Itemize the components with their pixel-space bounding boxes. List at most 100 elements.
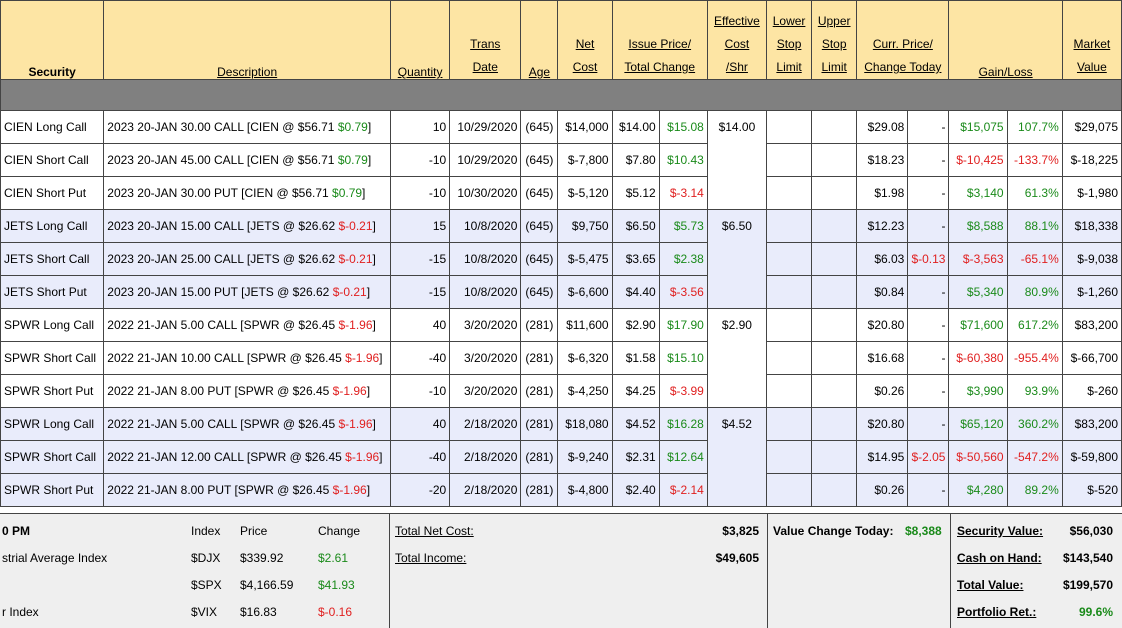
col-upper-stop[interactable]: Upper Stop Limit <box>811 0 858 80</box>
current-price-cell: $0.26 <box>856 473 909 507</box>
col-quantity[interactable]: Quantity <box>390 0 451 80</box>
security-cell: SPWR Long Call <box>0 308 105 342</box>
lower-stop-limit-cell[interactable] <box>766 176 813 210</box>
col-age[interactable]: Age <box>520 0 559 80</box>
col-description[interactable]: Description <box>103 0 392 80</box>
gain-loss-pct-cell: 88.1% <box>1006 209 1063 243</box>
effective-cost-cell: $14.00 <box>706 110 768 210</box>
col-effective-cost[interactable]: Effective Cost/Shr <box>706 0 768 80</box>
upper-stop-limit-cell[interactable] <box>811 341 858 375</box>
upper-stop-limit-cell[interactable] <box>811 110 858 144</box>
change-today-cell: - <box>907 341 950 375</box>
underlying-change: $-1.96 <box>332 483 367 497</box>
trans-date-cell: 10/8/2020 <box>449 242 522 276</box>
gain-loss-cell: $65,120 <box>948 407 1008 441</box>
quantity-cell: 10 <box>390 110 451 144</box>
underlying-change: $-0.21 <box>332 285 367 299</box>
upper-stop-limit-cell[interactable] <box>811 407 858 441</box>
upper-stop-limit-cell[interactable] <box>811 308 858 342</box>
underlying-change: $-1.96 <box>332 384 367 398</box>
table-row: JETS Long Call 2023 20-JAN 15.00 CALL [JE… <box>0 209 1122 309</box>
lower-stop-limit-cell[interactable] <box>766 341 813 375</box>
col-market-value[interactable]: Market Value <box>1061 0 1122 80</box>
market-value-cell: $83,200 <box>1061 308 1122 342</box>
description-text: 2023 20-JAN 30.00 CALL [CIEN @ $56.71 <box>107 120 338 134</box>
upper-stop-limit-cell[interactable] <box>811 176 858 210</box>
current-price-cell: $20.80 <box>856 407 909 441</box>
col-gain-loss[interactable]: Gain/Loss <box>948 0 1063 80</box>
col-net-cost[interactable]: Net Cost <box>557 0 613 80</box>
issue-price-cell: $4.40 <box>611 275 660 309</box>
change-today-cell: $-0.13 <box>907 242 950 276</box>
underlying-change: $-0.21 <box>338 219 373 233</box>
portfolio-table: Security Description Quantity Trans Date … <box>0 0 1122 507</box>
lower-stop-limit-cell[interactable] <box>766 374 813 408</box>
index-header: Index <box>191 524 221 538</box>
upper-stop-limit-cell[interactable] <box>811 440 858 474</box>
col-trans-date[interactable]: Trans Date <box>449 0 522 80</box>
description-cell: 2022 21-JAN 12.00 CALL [SPWR @ $26.45 $-… <box>103 440 392 474</box>
security-cell: SPWR Short Put <box>0 374 105 408</box>
gain-loss-pct-cell: -133.7% <box>1006 143 1063 177</box>
underlying-change: $-1.96 <box>338 318 373 332</box>
table-row: SPWR Long Call 2022 21-JAN 5.00 CALL [SPW… <box>0 407 1122 507</box>
lower-stop-limit-cell[interactable] <box>766 209 813 243</box>
gain-loss-cell: $5,340 <box>948 275 1008 309</box>
price-header: Price <box>240 524 268 538</box>
age-cell: (281) <box>520 341 559 375</box>
upper-stop-limit-cell[interactable] <box>811 374 858 408</box>
age-cell: (645) <box>520 110 559 144</box>
change-today-cell: - <box>907 209 950 243</box>
separator-row <box>0 79 1122 111</box>
index-name: strial Average Index <box>2 551 108 565</box>
index-price: $339.92 <box>240 551 284 565</box>
net-cost-cell: $-7,800 <box>557 143 613 177</box>
issue-price-cell: $2.31 <box>611 440 660 474</box>
current-price-cell: $12.23 <box>856 209 909 243</box>
table-row: SPWR Short Put 2022 21-JAN 8.00 PUT [SPWR… <box>0 374 1122 408</box>
issue-price-cell: $3.65 <box>611 242 660 276</box>
lower-stop-limit-cell[interactable] <box>766 407 813 441</box>
lower-stop-limit-cell[interactable] <box>766 242 813 276</box>
upper-stop-limit-cell[interactable] <box>811 275 858 309</box>
upper-stop-limit-cell[interactable] <box>811 209 858 243</box>
lower-stop-limit-cell[interactable] <box>766 110 813 144</box>
upper-stop-limit-cell[interactable] <box>811 143 858 177</box>
current-price-cell: $6.03 <box>856 242 909 276</box>
gain-loss-pct-cell: 617.2% <box>1006 308 1063 342</box>
description-cell: 2022 21-JAN 10.00 CALL [SPWR @ $26.45 $-… <box>103 341 392 375</box>
lower-stop-limit-cell[interactable] <box>766 473 813 507</box>
upper-stop-limit-cell[interactable] <box>811 473 858 507</box>
current-price-cell: $0.26 <box>856 374 909 408</box>
total-change-cell: $17.90 <box>658 308 708 342</box>
net-cost-cell: $9,750 <box>557 209 613 243</box>
lower-stop-limit-cell[interactable] <box>766 440 813 474</box>
gain-loss-cell: $-3,563 <box>948 242 1008 276</box>
description-cell: 2023 20-JAN 15.00 CALL [JETS @ $26.62 $-… <box>103 209 392 243</box>
gain-loss-pct-cell: 360.2% <box>1006 407 1063 441</box>
index-symbol: $SPX <box>191 578 222 592</box>
underlying-change: $-1.96 <box>345 450 380 464</box>
change-today-cell: - <box>907 473 950 507</box>
total-value-label: Total Value: <box>957 578 1024 592</box>
index-change: $2.61 <box>318 551 349 565</box>
col-curr-price[interactable]: Curr. Price/Change Today <box>856 0 950 80</box>
security-value-label: Security Value: <box>957 524 1044 538</box>
market-value-cell: $-66,700 <box>1061 341 1122 375</box>
col-lower-stop[interactable]: Lower Stop Limit <box>766 0 813 80</box>
lower-stop-limit-cell[interactable] <box>766 143 813 177</box>
upper-stop-limit-cell[interactable] <box>811 242 858 276</box>
description-cell: 2023 20-JAN 25.00 CALL [JETS @ $26.62 $-… <box>103 242 392 276</box>
col-issue-price[interactable]: Issue Price/Total Change <box>611 0 708 80</box>
description-text: 2022 21-JAN 8.00 PUT [SPWR @ $26.45 <box>107 384 333 398</box>
lower-stop-limit-cell[interactable] <box>766 308 813 342</box>
underlying-change: $-1.96 <box>345 351 380 365</box>
description-cell: 2022 21-JAN 8.00 PUT [SPWR @ $26.45 $-1.… <box>103 473 392 507</box>
description-cell: 2023 20-JAN 30.00 PUT [CIEN @ $56.71 $0.… <box>103 176 392 210</box>
description-close: ] <box>372 417 376 431</box>
gain-loss-pct-cell: 107.7% <box>1006 110 1063 144</box>
net-cost-cell: $-4,800 <box>557 473 613 507</box>
current-price-cell: $20.80 <box>856 308 909 342</box>
quantity-cell: -40 <box>390 341 451 375</box>
lower-stop-limit-cell[interactable] <box>766 275 813 309</box>
